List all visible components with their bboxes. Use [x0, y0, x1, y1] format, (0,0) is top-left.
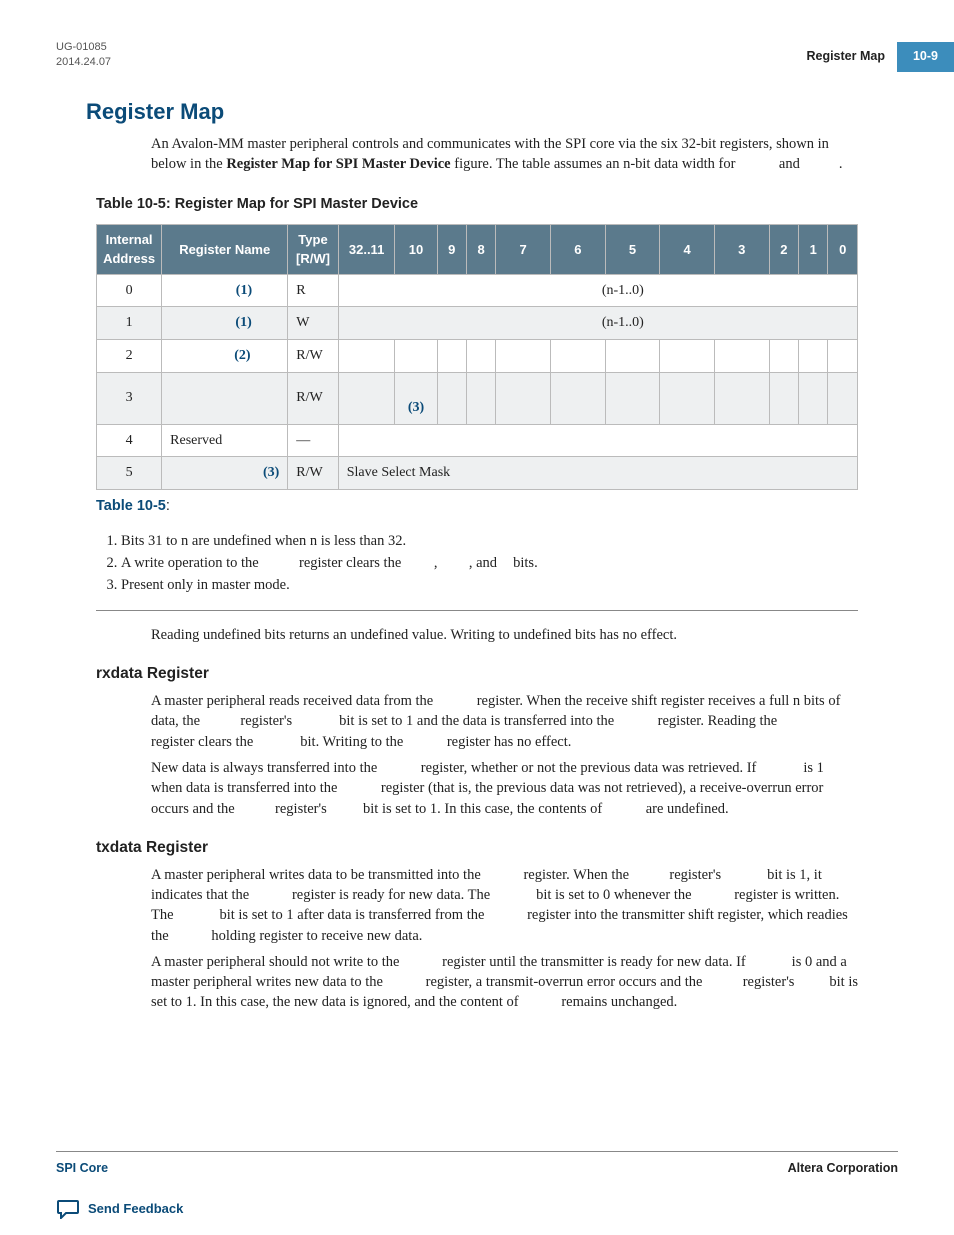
footnote-link[interactable]: (3): [263, 465, 279, 480]
footnote-link[interactable]: (1): [236, 283, 252, 298]
table-row: 4 Reserved —: [97, 424, 858, 457]
register-map-table: Internal AddressRegister NameType [R/W] …: [96, 224, 858, 490]
divider: [96, 610, 858, 611]
table-note: Bits 31 to n are undefined when n is les…: [121, 531, 858, 551]
table-caption: Table 10-5: Register Map for SPI Master …: [96, 194, 858, 214]
table-row: 1 txdata (1) W (n-1..0): [97, 307, 858, 340]
txdata-p2: A master peripheral should not write to …: [151, 952, 858, 1013]
doc-id: UG-01085: [56, 40, 898, 55]
footnote-link[interactable]: (3): [408, 400, 424, 415]
table-note: A write operation to the status register…: [121, 553, 858, 573]
doc-date: 2014.24.07: [56, 55, 898, 70]
undefined-bits-note: Reading undefined bits returns an undefi…: [151, 625, 858, 645]
footer-right: Altera Corporation: [788, 1160, 898, 1178]
footnote-link[interactable]: (1): [235, 315, 251, 330]
table-row: 5 slaveselect (3) R/W Slave Select Mask: [97, 457, 858, 490]
header-section-label: Register Map: [806, 48, 885, 66]
table-header-row: Internal AddressRegister NameType [R/W] …: [97, 225, 858, 274]
rxdata-p2: New data is always transferred into the …: [151, 758, 858, 819]
table-row: 3 control R/W SSO(3) IE IRRDY ITRDY ITOE…: [97, 372, 858, 424]
feedback-icon[interactable]: [56, 1199, 80, 1219]
page-title: Register Map: [86, 97, 898, 128]
table-row: 0 rxdata (1) R (n-1..0): [97, 274, 858, 307]
send-feedback-link[interactable]: Send Feedback: [88, 1200, 183, 1218]
footer-left[interactable]: SPI Core: [56, 1160, 108, 1178]
table-note: Present only in master mode.: [121, 575, 858, 595]
intro-paragraph: An Avalon-MM master peripheral controls …: [151, 134, 858, 175]
page-footer: SPI Core Altera Corporation: [56, 1151, 898, 1178]
table-notes-list: Bits 31 to n are undefined when n is les…: [121, 531, 858, 596]
rxdata-heading: rxdata Register: [96, 663, 858, 685]
rxdata-p1: A master peripheral reads received data …: [151, 691, 858, 752]
table-ref-label: Table 10-5:: [96, 496, 858, 516]
table-row: 2 status (2) R/W E RRDY TRDY TMT TOE ROE: [97, 340, 858, 373]
footnote-link[interactable]: (2): [234, 348, 250, 363]
page-number-tab: 10-9: [897, 42, 954, 72]
txdata-p1: A master peripheral writes data to be tr…: [151, 865, 858, 946]
txdata-heading: txdata Register: [96, 837, 858, 859]
